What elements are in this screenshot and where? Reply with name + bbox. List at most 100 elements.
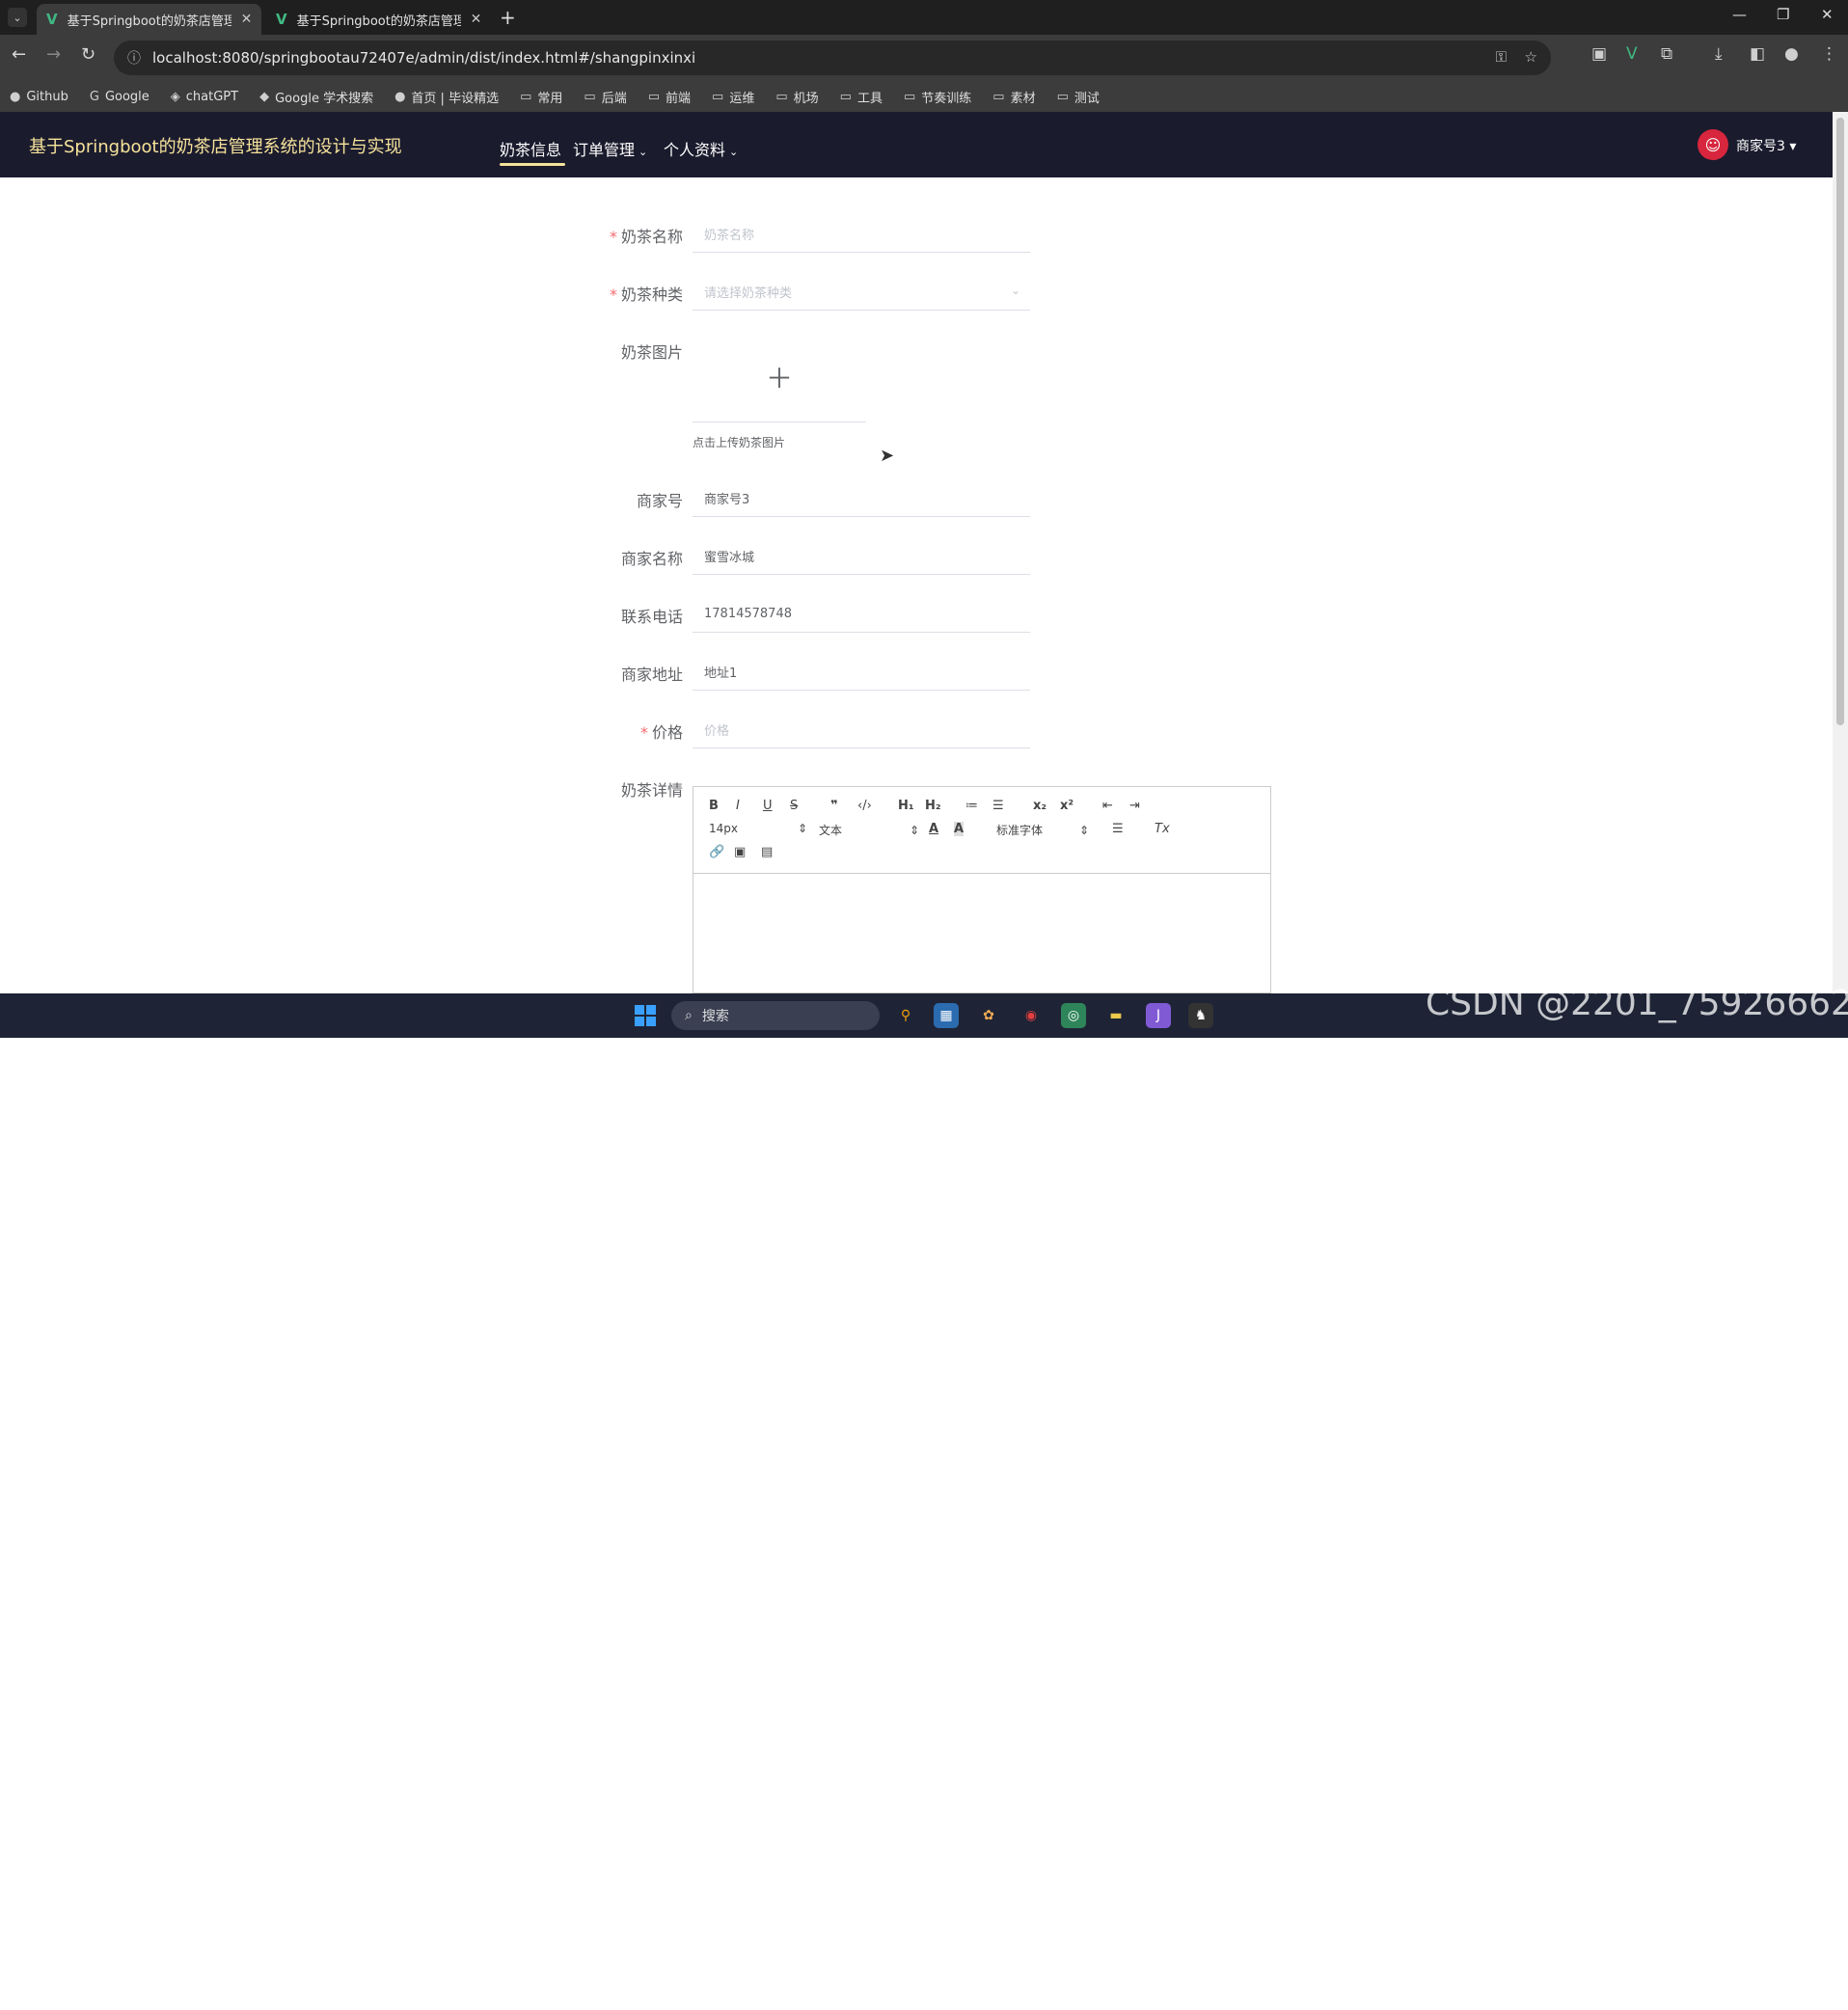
bookmark-chatgpt[interactable]: ◈ chatGPT [171, 90, 238, 104]
password-key-icon[interactable]: ⚿ [1496, 48, 1507, 66]
italic-icon[interactable]: I [736, 799, 740, 813]
qq-icon[interactable]: ♞ [1188, 1003, 1213, 1028]
tab-2[interactable]: V 基于Springboot的奶茶店管理 ✕ [266, 4, 491, 35]
heading-2-icon[interactable]: H₂ [925, 799, 941, 813]
tab-search-button[interactable]: ⌄ [8, 8, 27, 27]
video-icon[interactable]: ▤ [761, 845, 773, 859]
bookmark-folder[interactable]: ▭ 运维 [712, 88, 754, 106]
address-bar[interactable]: ⓘ localhost:8080/springbootau72407e/admi… [114, 41, 1551, 75]
vue-devtools-icon[interactable]: V [1626, 44, 1638, 64]
close-window-icon[interactable]: ✕ [1821, 6, 1834, 23]
game-app-icon[interactable]: ✿ [976, 1003, 1001, 1028]
bookmark-google[interactable]: G Google [90, 90, 149, 104]
user-menu[interactable]: 商家号3 ▾ [1736, 136, 1796, 155]
site-info-icon[interactable]: ⓘ [127, 48, 141, 68]
merchant-no-input[interactable]: 商家号3 [693, 480, 1030, 517]
bookmark-folder[interactable]: ▭ 测试 [1057, 88, 1100, 106]
bookmark-star-icon[interactable]: ☆ [1525, 48, 1537, 66]
folder-icon: ▭ [520, 89, 532, 104]
image-icon[interactable]: ▣ [734, 845, 746, 859]
phone-label: 联系电话 [620, 608, 683, 626]
restore-icon[interactable]: ❐ [1777, 6, 1789, 23]
scrollbar-thumb[interactable] [1836, 118, 1844, 725]
type-label: * 奶茶种类 [609, 285, 683, 304]
file-explorer-icon[interactable]: ▬ [1103, 1003, 1128, 1028]
strikethrough-icon[interactable]: S [790, 799, 798, 813]
menu-order-management[interactable]: 订单管理 ⌄ [573, 137, 647, 160]
select-arrows-icon: ⇕ [910, 824, 920, 837]
ordered-list-icon[interactable]: ≔ [965, 799, 978, 813]
tab-title: 基于Springboot的奶茶店管理 [296, 14, 461, 29]
menu-profile[interactable]: 个人资料 ⌄ [664, 137, 738, 160]
bookmark-folder[interactable]: ▭ 机场 [775, 88, 818, 106]
bookmark-folder[interactable]: ▭ 素材 [992, 88, 1035, 106]
mouse-cursor-icon: ➤ [880, 446, 895, 466]
search-app-icon[interactable]: ⚲ [893, 1003, 918, 1028]
background-color-icon[interactable]: A [954, 822, 965, 836]
download-icon[interactable]: ⤓ [1715, 44, 1723, 64]
menu-kebab-icon[interactable]: ⋮ [1821, 44, 1837, 64]
extension-icon[interactable]: ▣ [1591, 44, 1607, 64]
bookmark-folder[interactable]: ▭ 常用 [520, 88, 562, 106]
back-icon[interactable]: ← [12, 44, 26, 65]
superscript-icon[interactable]: x² [1060, 799, 1073, 813]
side-panel-icon[interactable]: ◧ [1750, 44, 1765, 64]
header-select[interactable]: 文本 ⇕ [819, 822, 919, 838]
bullet-list-icon[interactable]: ☰ [992, 799, 1004, 813]
forward-icon[interactable]: → [46, 44, 61, 65]
browser-app-icon[interactable]: ◉ [1019, 1003, 1044, 1028]
bookmark-home[interactable]: ● 首页 | 毕设精选 [394, 88, 499, 106]
address-label: 商家地址 [620, 665, 683, 684]
detail-label: 奶茶详情 [620, 781, 683, 800]
code-block-icon[interactable]: ‹/› [857, 799, 872, 813]
editor-content-area[interactable] [693, 874, 1270, 993]
bookmark-folder[interactable]: ▭ 工具 [840, 88, 883, 106]
subscript-icon[interactable]: x₂ [1033, 799, 1046, 813]
price-input[interactable]: 价格 [693, 712, 1030, 748]
url-text: localhost:8080/springbootau72407e/admin/… [152, 49, 696, 67]
new-tab-button[interactable]: + [500, 6, 516, 29]
milktea-type-select[interactable]: 请选择奶茶种类 ⌄ [693, 274, 1030, 311]
image-upload-button[interactable]: ＋ [693, 332, 866, 422]
taskbar-search[interactable]: ⌕ 搜索 [671, 1001, 880, 1030]
page-scrollbar[interactable] [1833, 112, 1848, 993]
bookmark-github[interactable]: ● Github [10, 90, 68, 104]
merchant-name-input[interactable]: 蜜雪冰城 [693, 538, 1030, 575]
bookmark-folder[interactable]: ▭ 节奏训练 [904, 88, 971, 106]
underline-icon[interactable]: U [763, 799, 773, 813]
align-icon[interactable]: ☰ [1112, 822, 1124, 836]
phone-input[interactable]: 17814578748 [693, 596, 1030, 633]
bold-icon[interactable]: B [709, 799, 719, 813]
font-color-icon[interactable]: A [929, 822, 938, 836]
address-input[interactable]: 地址1 [693, 654, 1030, 691]
link-icon[interactable]: 🔗 [709, 845, 724, 859]
chrome-icon[interactable]: ◎ [1061, 1003, 1086, 1028]
blockquote-icon[interactable]: ❞ [830, 799, 838, 813]
outdent-icon[interactable]: ⇤ [1102, 799, 1113, 813]
tab-1[interactable]: V 基于Springboot的奶茶店管理 ✕ [37, 4, 262, 35]
user-avatar[interactable]: ☺ [1698, 129, 1728, 160]
profile-avatar-icon[interactable]: ● [1784, 44, 1799, 64]
menu-milktea-info[interactable]: 奶茶信息 [500, 137, 561, 160]
search-icon: ⌕ [685, 1008, 693, 1023]
bookmark-folder[interactable]: ▭ 前端 [648, 88, 691, 106]
ide-icon[interactable]: J [1146, 1003, 1171, 1028]
indent-icon[interactable]: ⇥ [1129, 799, 1140, 813]
extensions-puzzle-icon[interactable]: ⧉ [1661, 44, 1672, 64]
windows-start-icon[interactable] [635, 1005, 656, 1026]
minimize-icon[interactable]: — [1732, 6, 1747, 23]
heading-1-icon[interactable]: H₁ [898, 799, 914, 813]
milktea-name-input[interactable]: 奶茶名称 [693, 216, 1030, 253]
font-size-select[interactable]: 14px ⇕ [709, 822, 807, 835]
font-family-select[interactable]: 标准字体 ⇕ [996, 822, 1089, 838]
milktea-form: * 奶茶名称 奶茶名称 * 奶茶种类 请选择奶茶种类 ⌄ 奶茶图片 ＋ 点击上传奶茶图… [0, 177, 1833, 993]
reload-icon[interactable]: ↻ [81, 44, 95, 65]
taskbar-clock: 13:30 [1630, 1995, 1670, 2010]
rich-text-editor: B I U S ❞ ‹/› H₁ H₂ ≔ ☰ x₂ x² ⇤ ⇥ 14px ⇕ … [693, 786, 1271, 993]
close-tab-icon[interactable]: ✕ [471, 12, 482, 27]
remote-desktop-icon[interactable]: ▦ [934, 1003, 959, 1028]
bookmark-folder[interactable]: ▭ 后端 [584, 88, 626, 106]
bookmark-scholar[interactable]: ◆ Google 学术搜索 [259, 88, 373, 106]
close-tab-icon[interactable]: ✕ [241, 12, 253, 27]
clear-format-icon[interactable]: Tx [1155, 822, 1170, 836]
